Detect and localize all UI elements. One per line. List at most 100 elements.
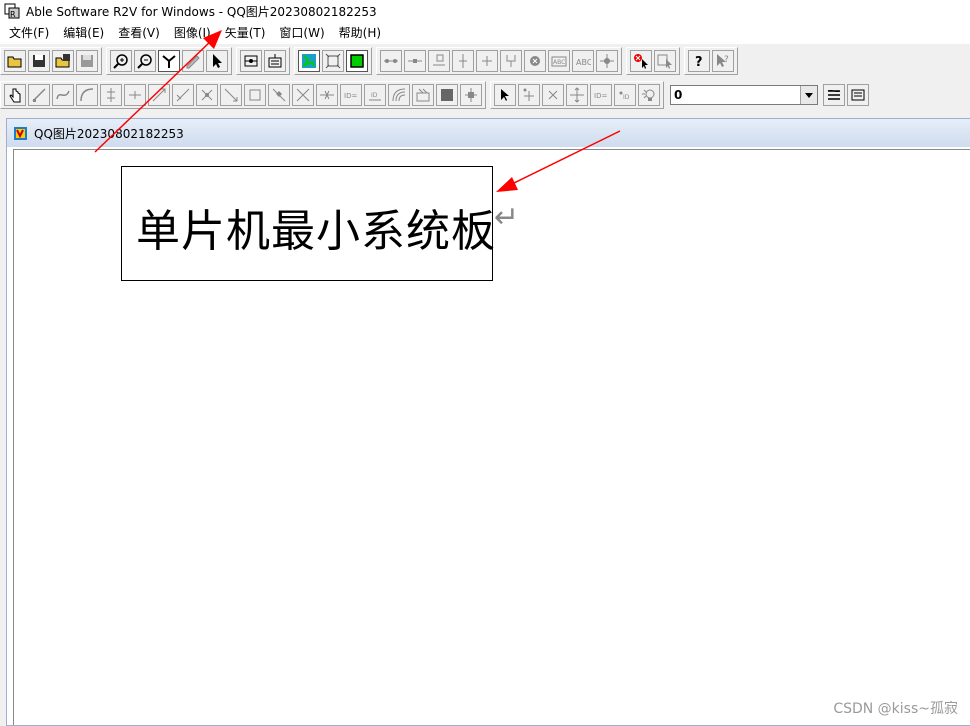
open-button[interactable] — [4, 50, 26, 72]
node-vertical-button[interactable] — [452, 50, 474, 72]
drawing-canvas[interactable]: 单片机最小系统板 ↵ — [13, 149, 970, 725]
show-vector-button[interactable] — [346, 50, 368, 72]
combo-dropdown-arrow[interactable] — [800, 86, 817, 104]
save-as-button[interactable] — [52, 50, 74, 72]
help-tools-group: ? ? — [684, 47, 738, 75]
select-box-button[interactable] — [654, 50, 676, 72]
save-vector-button[interactable] — [76, 50, 98, 72]
pan-arrows-icon — [162, 55, 176, 68]
node-break-button[interactable] — [404, 50, 426, 72]
connect-nodes-button[interactable] — [196, 84, 218, 106]
frame-icon — [325, 53, 341, 69]
document-title: QQ图片20230802182253 — [34, 126, 184, 141]
center-point-button[interactable] — [460, 84, 482, 106]
trace-grid-icon — [244, 55, 258, 67]
node-line-button[interactable] — [380, 50, 402, 72]
menu-vector[interactable]: 矢量(T) — [218, 22, 273, 44]
rotate-line-icon — [272, 88, 286, 102]
floppy-icon — [33, 55, 45, 67]
fit-window-button[interactable] — [322, 50, 344, 72]
pan-tool-button[interactable] — [158, 50, 180, 72]
horizontal-split-button[interactable] — [124, 84, 146, 106]
light-button[interactable] — [638, 84, 660, 106]
hatch-icon — [416, 88, 430, 102]
snap-line-button[interactable] — [220, 84, 242, 106]
ocr-button[interactable] — [264, 50, 286, 72]
context-help-button[interactable]: ? — [712, 50, 734, 72]
align-frame-button[interactable] — [847, 84, 869, 106]
abc-box-icon: ABC — [551, 56, 567, 67]
vector-edit-group: ID= ID — [0, 81, 486, 109]
contour-icon — [392, 88, 406, 102]
horizontal-split-icon — [129, 91, 141, 99]
rotate-line-button[interactable] — [268, 84, 290, 106]
vector-select-button[interactable] — [4, 84, 26, 106]
deselect-button[interactable] — [630, 50, 652, 72]
trace-tools-group — [236, 47, 290, 75]
menu-edit[interactable]: 编辑(E) — [56, 22, 111, 44]
svg-text:R: R — [10, 10, 16, 19]
menu-window[interactable]: 窗口(W) — [272, 22, 331, 44]
fill-area-button[interactable] — [436, 84, 458, 106]
id-label-button[interactable]: ID= — [340, 84, 362, 106]
display-tools-group — [294, 47, 372, 75]
contour-button[interactable] — [388, 84, 410, 106]
connect-icon — [201, 89, 213, 101]
filled-square-icon — [441, 89, 453, 101]
vector-toolbar: ID= ID ID= ID 0 — [0, 80, 970, 110]
smooth-line-button[interactable] — [52, 84, 74, 106]
extend-line-button[interactable] — [172, 84, 194, 106]
menu-help[interactable]: 帮助(H) — [332, 22, 388, 44]
draw-tool-button[interactable] — [182, 50, 204, 72]
point-label-icon: ID — [619, 91, 630, 101]
menu-view[interactable]: 查看(V) — [111, 22, 167, 44]
point-id-button[interactable]: ID= — [590, 84, 612, 106]
node-line-icon — [384, 59, 398, 63]
text-abc-button[interactable]: ABC — [548, 50, 570, 72]
snap-icon — [224, 88, 238, 102]
auto-trace-button[interactable] — [240, 50, 262, 72]
text-abc-outline-button[interactable]: ABC — [572, 50, 594, 72]
align-lines-icon — [827, 89, 841, 100]
delete-point-icon — [548, 90, 558, 100]
menu-file[interactable]: 文件(F) — [2, 22, 56, 44]
point-label-button[interactable]: ID — [614, 84, 636, 106]
zoom-out-button[interactable] — [134, 50, 156, 72]
document-title-bar[interactable]: QQ图片20230802182253 — [7, 119, 970, 147]
add-point-button[interactable] — [518, 84, 540, 106]
cut-line-button[interactable] — [316, 84, 338, 106]
help-button[interactable]: ? — [688, 50, 710, 72]
text-block-icon — [268, 54, 282, 68]
svg-text:?: ? — [695, 55, 703, 69]
rectangle-button[interactable] — [244, 84, 266, 106]
mirror-line-button[interactable] — [292, 84, 314, 106]
svg-text:ID: ID — [371, 92, 378, 99]
point-select-button[interactable] — [494, 84, 516, 106]
title-bar: R Able Software R2V for Windows - QQ图片20… — [0, 0, 970, 22]
delete-point-button[interactable] — [542, 84, 564, 106]
node-vertical-icon — [459, 54, 467, 68]
node-join-button[interactable] — [500, 50, 522, 72]
move-point-button[interactable] — [566, 84, 588, 106]
node-id-button[interactable] — [428, 50, 450, 72]
zoom-in-button[interactable] — [110, 50, 132, 72]
node-delete-button[interactable] — [524, 50, 546, 72]
select-tool-button[interactable] — [206, 50, 228, 72]
chevron-down-icon — [805, 92, 813, 98]
join-icon — [506, 55, 516, 67]
align-left-button[interactable] — [823, 84, 845, 106]
hatch-button[interactable] — [412, 84, 434, 106]
point-button[interactable] — [596, 50, 618, 72]
show-image-button[interactable] — [298, 50, 320, 72]
value-combo[interactable]: 0 — [670, 85, 818, 105]
diagonal-line-button[interactable] — [148, 84, 170, 106]
menu-image[interactable]: 图像(I) — [167, 22, 218, 44]
id-node-icon: ID — [369, 92, 381, 101]
folder-save-icon — [55, 54, 70, 68]
save-button[interactable] — [28, 50, 50, 72]
draw-line-button[interactable] — [28, 84, 50, 106]
node-add-button[interactable] — [476, 50, 498, 72]
id-node-button[interactable]: ID — [364, 84, 386, 106]
vertical-split-button[interactable] — [100, 84, 122, 106]
arc-button[interactable] — [76, 84, 98, 106]
